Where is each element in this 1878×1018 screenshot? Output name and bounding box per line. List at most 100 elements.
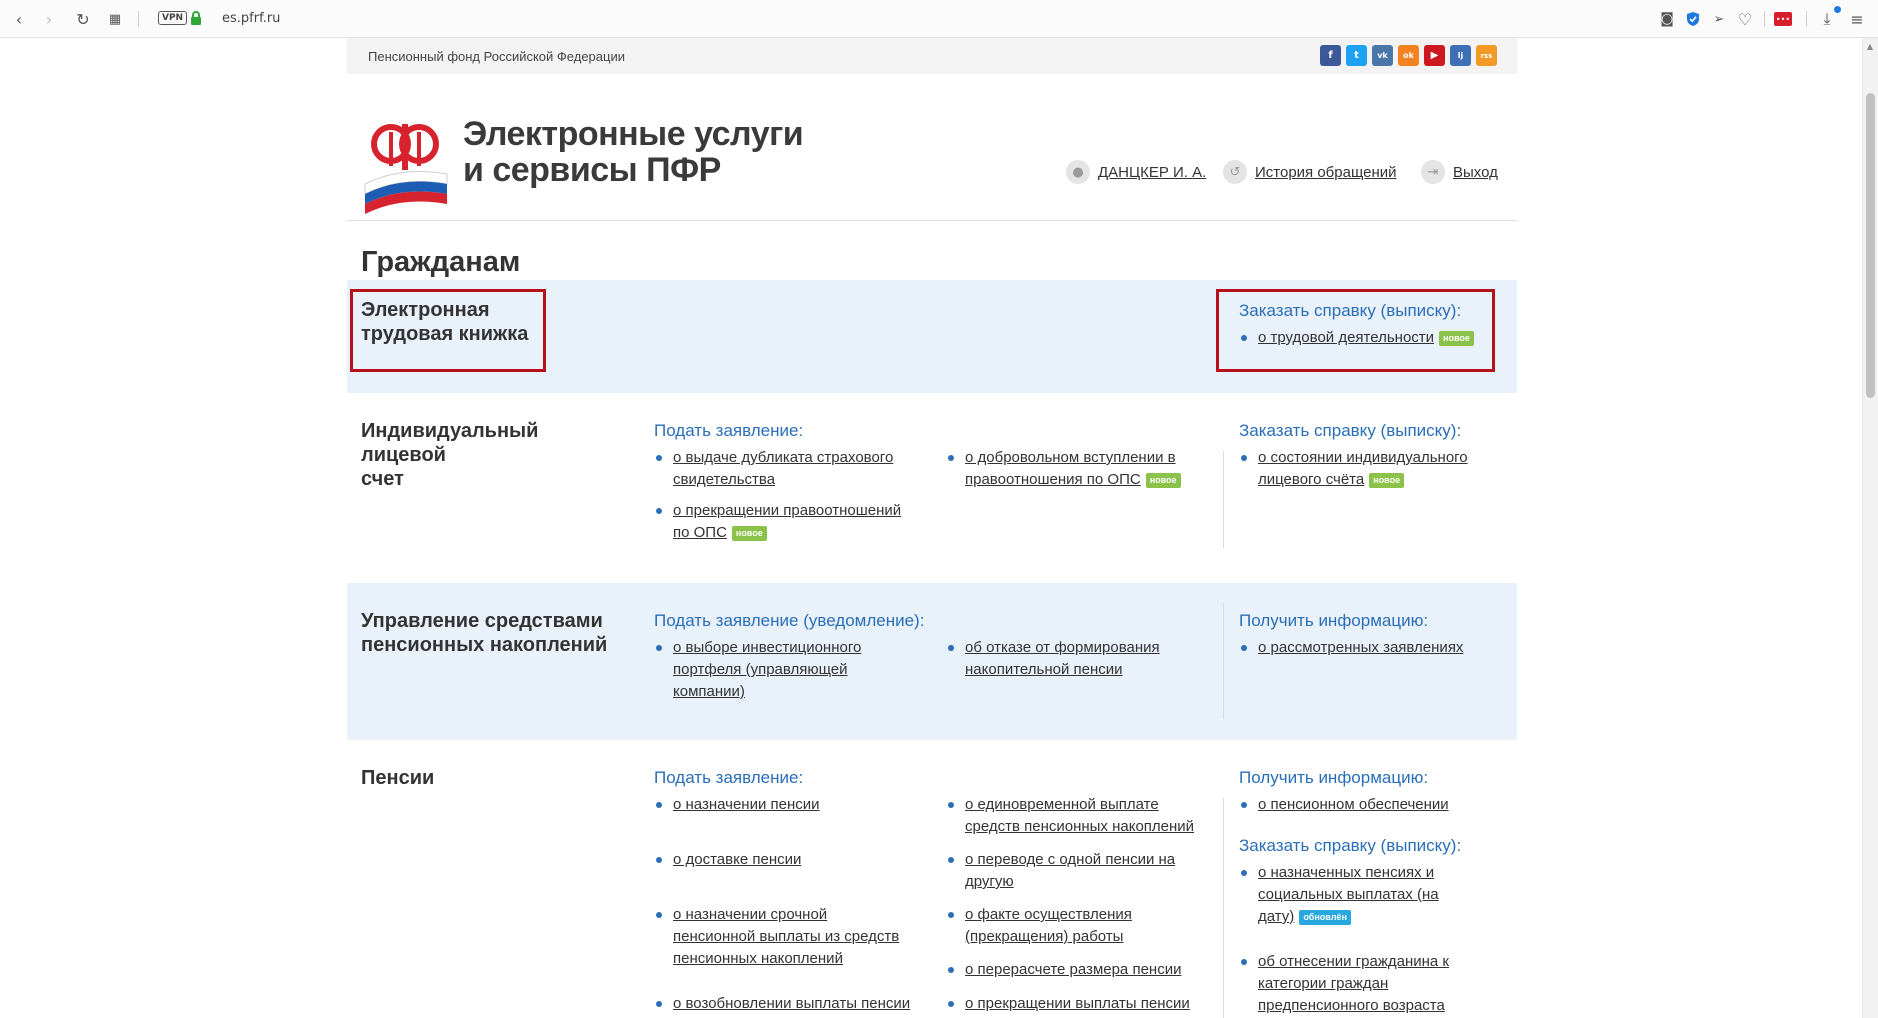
section-title-line: счет — [361, 468, 404, 490]
link-text: пенсионной выплаты из средств — [673, 928, 900, 945]
link-recalculation[interactable]: о перерасчете размера пенсии — [946, 959, 1181, 981]
camera-icon[interactable]: ◙ — [1656, 8, 1678, 30]
link-terminate-ops[interactable]: о прекращении правоотношений по ОПС новое — [654, 500, 901, 544]
link-text: о доставке пенсии — [673, 851, 802, 868]
link-refuse-funded-pension[interactable]: об отказе от формирования накопительной … — [946, 637, 1160, 681]
link-text: (прекращения) работы — [965, 928, 1124, 945]
extension-icon[interactable]: ••• — [1772, 8, 1794, 30]
new-badge: новое — [1145, 473, 1181, 488]
forward-icon[interactable]: › — [38, 8, 60, 30]
link-reviewed-applications[interactable]: о рассмотренных заявлениях — [1239, 637, 1463, 659]
link-investment-portfolio[interactable]: о выборе инвестиционного портфеля (управ… — [654, 637, 861, 703]
link-text: о факте осуществления — [965, 906, 1132, 923]
updated-badge: обновлён — [1299, 910, 1351, 925]
column-divider — [1223, 798, 1224, 1018]
vkontakte-icon[interactable]: vk — [1372, 45, 1393, 66]
user-icon: ● — [1066, 160, 1090, 184]
browser-toolbar: ‹ › ↻ ▦ VPN es.pfrf.ru ◙ ➢ ♡ ••• ⤓ ≡ — [0, 0, 1878, 38]
pfr-logo[interactable] — [361, 122, 451, 214]
link-text: пенсионных накоплений — [673, 950, 843, 967]
link-text: об отнесении гражданина к — [1258, 953, 1449, 970]
reload-icon[interactable]: ↻ — [72, 8, 94, 30]
odnoklassniki-icon[interactable]: ok — [1398, 45, 1419, 66]
site-title-line: Электронные услуги — [463, 115, 804, 153]
link-text: о добровольном вступлении в — [965, 449, 1176, 466]
history-label: История обращений — [1255, 163, 1397, 181]
page-title: Гражданам — [361, 246, 521, 278]
scroll-thumb[interactable] — [1866, 93, 1875, 398]
link-text: категории граждан — [1258, 975, 1389, 992]
logout-icon: ⇥ — [1421, 160, 1445, 184]
column-divider — [1223, 451, 1224, 548]
page: Пенсионный фонд Российской Федерации f t… — [347, 38, 1517, 1018]
send-icon[interactable]: ➢ — [1708, 8, 1730, 30]
tabs-grid-icon[interactable]: ▦ — [104, 8, 126, 30]
link-assigned-pensions[interactable]: о назначенных пенсиях и социальных выпла… — [1239, 862, 1439, 928]
apply-heading: Подать заявление: — [654, 768, 804, 787]
logout-label: Выход — [1453, 163, 1498, 181]
top-strip: Пенсионный фонд Российской Федерации f t… — [347, 38, 1517, 74]
link-text: социальных выплатах (на — [1258, 886, 1439, 903]
link-stop-payment[interactable]: о прекращении выплаты пенсии — [946, 993, 1190, 1015]
link-text: о перерасчете размера пенсии — [965, 961, 1182, 978]
user-profile-link[interactable]: ● ДАНЦКЕР И. А. — [1066, 160, 1206, 184]
link-text: накопительной пенсии — [965, 661, 1123, 678]
social-links: f t vk ok ▶ lj rss — [1320, 45, 1497, 66]
link-lump-sum[interactable]: о единовременной выплате средств пенсион… — [946, 794, 1194, 838]
heart-icon[interactable]: ♡ — [1734, 8, 1756, 30]
link-text: свидетельства — [673, 471, 776, 488]
fund-name: Пенсионный фонд Российской Федерации — [368, 49, 625, 64]
facebook-icon[interactable]: f — [1320, 45, 1341, 66]
shield-icon[interactable] — [1682, 8, 1704, 30]
info-heading: Получить информацию: — [1239, 611, 1429, 630]
address-bar[interactable]: es.pfrf.ru — [222, 11, 280, 26]
section-title-line: Управление средствами — [361, 610, 603, 632]
rss-icon[interactable]: rss — [1476, 45, 1497, 66]
toolbar-divider — [1806, 11, 1807, 27]
link-account-state[interactable]: о состоянии индивидуального лицевого счё… — [1239, 447, 1468, 491]
section-title-line: Индивидуальный лицевой — [361, 420, 539, 466]
link-duplicate-certificate[interactable]: о выдаче дубликата страхового свидетельс… — [654, 447, 893, 491]
menu-icon[interactable]: ≡ — [1846, 8, 1868, 30]
section-title-line: пенсионных накоплений — [361, 634, 608, 656]
link-text: о единовременной выплате — [965, 796, 1159, 813]
order-heading: Заказать справку (выписку): — [1239, 421, 1462, 440]
link-text: по ОПС — [673, 524, 727, 541]
youtube-icon[interactable]: ▶ — [1424, 45, 1445, 66]
section-title: Индивидуальный лицевой счет — [361, 419, 611, 491]
link-resume-payment[interactable]: о возобновлении выплаты пенсии — [654, 993, 910, 1015]
link-pension-delivery[interactable]: о доставке пенсии — [654, 849, 801, 871]
download-dot — [1834, 6, 1841, 13]
section-title-line: трудовая книжка — [361, 323, 529, 345]
apply-heading: Подать заявление: — [654, 421, 804, 440]
page-scrollbar[interactable]: ▲ — [1862, 38, 1878, 1018]
site-title[interactable]: Электронные услуги и сервисы ПФР — [463, 115, 804, 189]
toolbar-divider — [138, 11, 139, 27]
toolbar-divider — [1764, 11, 1765, 27]
back-icon[interactable]: ‹ — [8, 8, 30, 30]
section-pensions: Пенсии Подать заявление: о назначении пе… — [347, 740, 1517, 1018]
link-pension-assignment[interactable]: о назначении пенсии — [654, 794, 820, 816]
link-term-payment[interactable]: о назначении срочной пенсионной выплаты … — [654, 904, 899, 970]
link-text: средств пенсионных накоплений — [965, 818, 1195, 835]
scroll-up-icon[interactable]: ▲ — [1865, 42, 1875, 51]
apply-heading: Подать заявление (уведомление): — [654, 611, 925, 630]
link-text: о выдаче дубликата страхового — [673, 449, 894, 466]
link-pre-pension-age[interactable]: об отнесении гражданина к категории граж… — [1239, 951, 1449, 1017]
site-title-line: и сервисы ПФР — [463, 151, 721, 189]
twitter-icon[interactable]: t — [1346, 45, 1367, 66]
link-pension-transfer[interactable]: о переводе с одной пенсии на другую — [946, 849, 1175, 893]
link-work-fact[interactable]: о факте осуществления (прекращения) рабо… — [946, 904, 1132, 948]
column-divider — [1223, 603, 1224, 719]
new-badge: новое — [731, 526, 767, 541]
link-voluntary-ops[interactable]: о добровольном вступлении в правоотношен… — [946, 447, 1181, 491]
section-title-line: Электронная — [361, 299, 490, 321]
link-text: лицевого счёта — [1258, 471, 1365, 488]
link-text: предпенсионного возраста — [1258, 997, 1445, 1014]
link-pension-provision[interactable]: о пенсионном обеспечении — [1239, 794, 1449, 816]
livejournal-icon[interactable]: lj — [1450, 45, 1471, 66]
logout-link[interactable]: ⇥ Выход — [1421, 160, 1498, 184]
history-link[interactable]: ↺ История обращений — [1223, 160, 1397, 184]
link-work-activity[interactable]: о трудовой деятельности новое — [1239, 327, 1474, 349]
vpn-badge[interactable]: VPN — [158, 11, 188, 25]
